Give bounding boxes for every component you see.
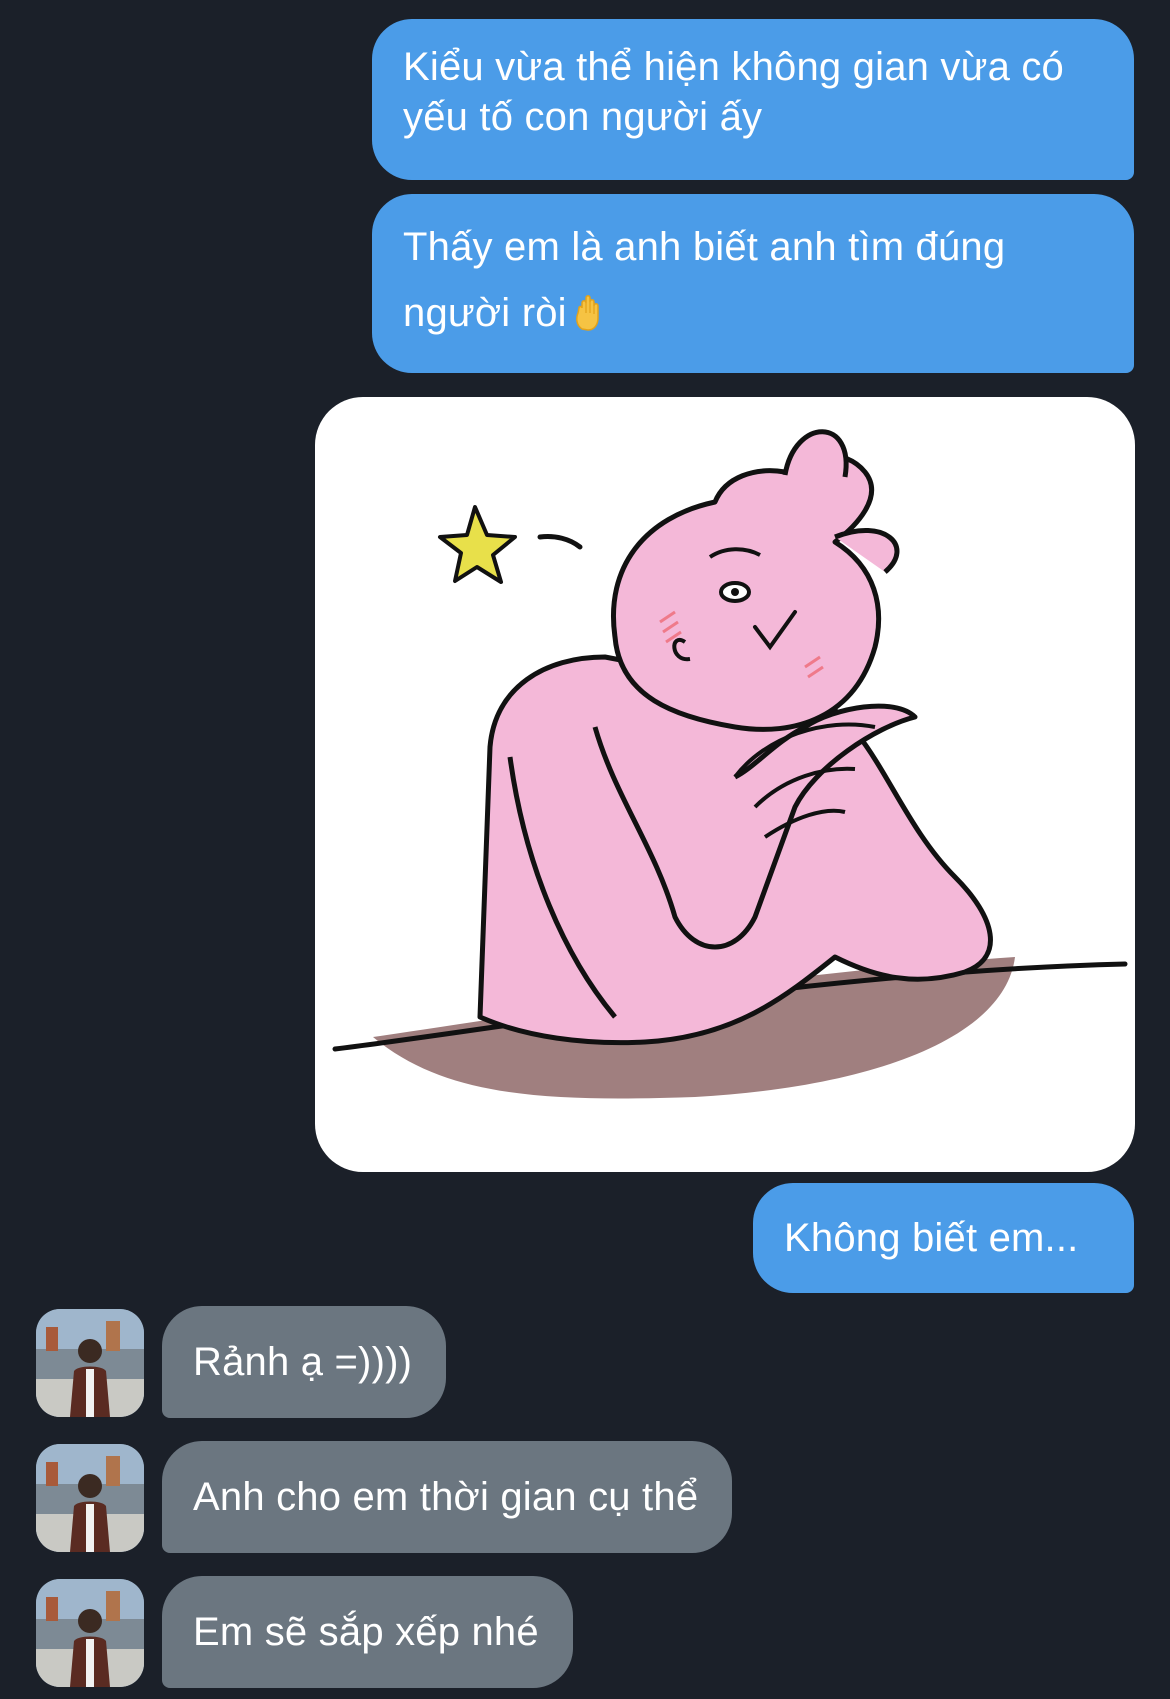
contact-avatar[interactable] bbox=[36, 1579, 144, 1687]
incoming-message-bubble[interactable]: Em sẽ sắp xếp nhé bbox=[162, 1576, 573, 1688]
message-text: Rảnh ạ =)))) bbox=[193, 1340, 413, 1384]
message-text: Em sẽ sắp xếp nhé bbox=[193, 1610, 539, 1654]
message-text: Anh cho em thời gian cụ thể bbox=[193, 1475, 699, 1519]
contact-avatar[interactable] bbox=[36, 1444, 144, 1552]
chat-thread: Kiểu vừa thể hiện không gian vừa có yếu … bbox=[0, 0, 1170, 1699]
message-text: Không biết em... bbox=[784, 1216, 1079, 1260]
message-text: Kiểu vừa thể hiện không gian vừa có yếu … bbox=[403, 45, 1064, 139]
avatar-photo bbox=[36, 1309, 144, 1417]
sticker-image bbox=[332, 429, 1128, 1099]
outgoing-message-bubble[interactable]: Thấy em là anh biết anh tìm đúng người r… bbox=[372, 194, 1134, 373]
message-text: Thấy em là anh biết anh tìm đúng người r… bbox=[403, 225, 1006, 335]
contact-avatar[interactable] bbox=[36, 1309, 144, 1417]
incoming-message-bubble[interactable]: Rảnh ạ =)))) bbox=[162, 1306, 447, 1418]
avatar-photo bbox=[36, 1444, 144, 1552]
hand-icon bbox=[575, 295, 599, 331]
outgoing-message-bubble[interactable]: Kiểu vừa thể hiện không gian vừa có yếu … bbox=[372, 19, 1134, 180]
pink-bunny-thinking-sticker[interactable] bbox=[315, 397, 1135, 1172]
avatar-photo bbox=[36, 1579, 144, 1687]
outgoing-message-bubble[interactable]: Không biết em... bbox=[753, 1183, 1134, 1293]
incoming-message-bubble[interactable]: Anh cho em thời gian cụ thể bbox=[162, 1441, 733, 1553]
